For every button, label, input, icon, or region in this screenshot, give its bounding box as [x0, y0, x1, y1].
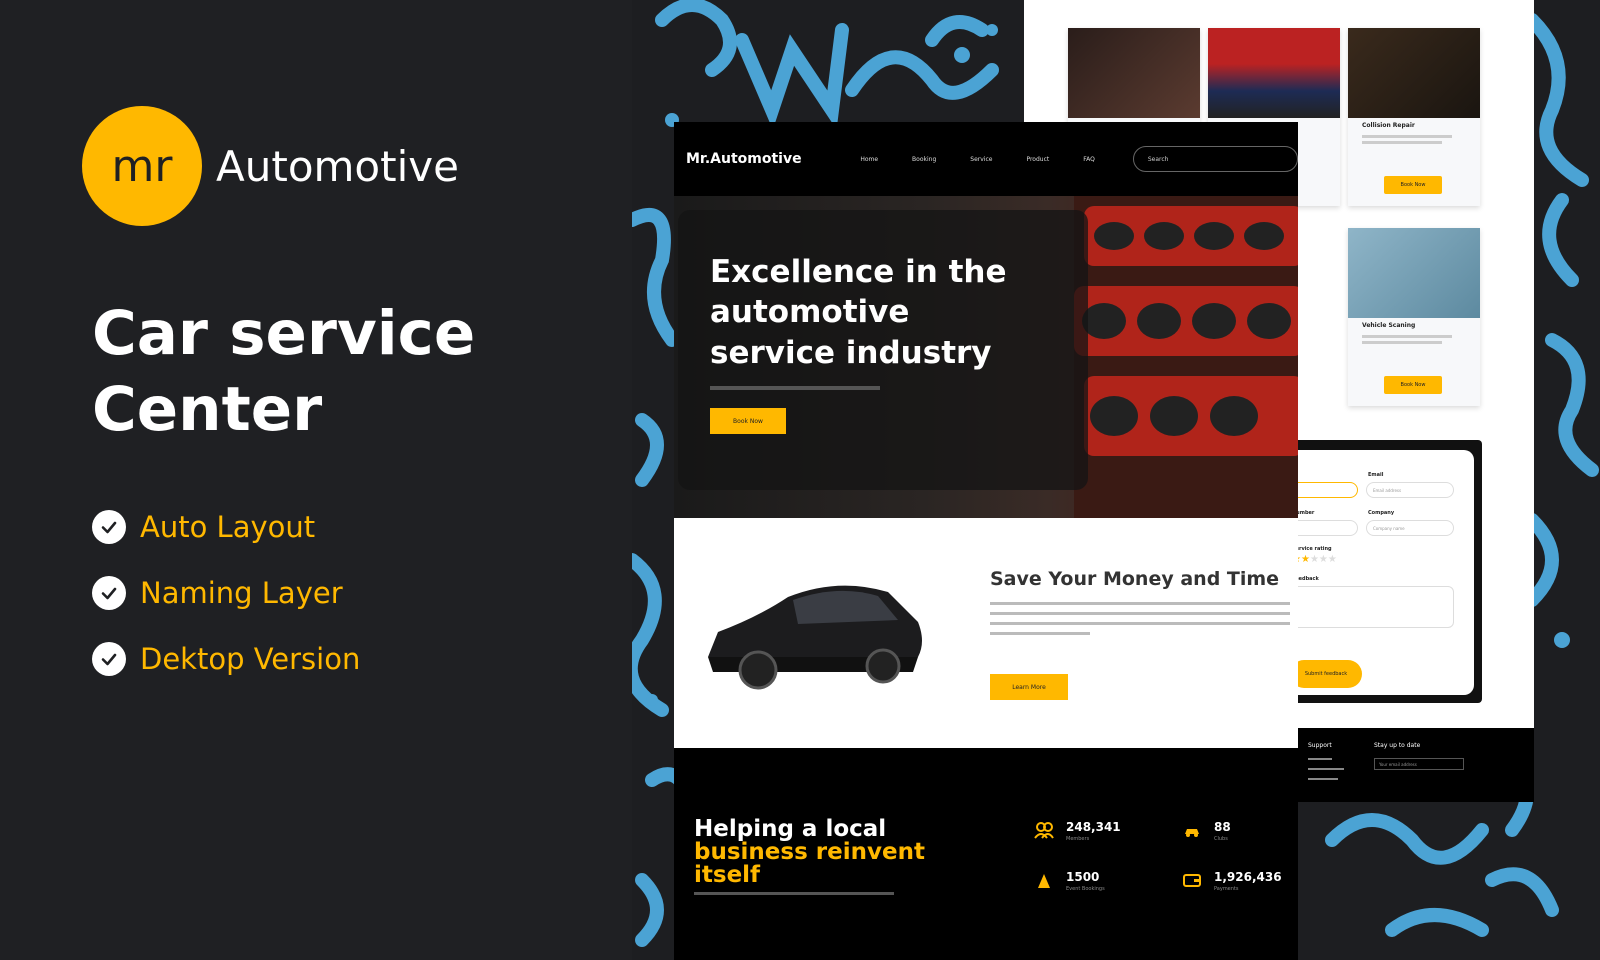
wallet-icon	[1183, 874, 1201, 887]
newsletter-input[interactable]: Your email address	[1374, 758, 1464, 770]
stat-label: Event Bookings	[1066, 886, 1105, 892]
feedback-textarea[interactable]	[1290, 586, 1454, 628]
save-desc	[990, 612, 1290, 615]
nav-item-faq[interactable]: FAQ	[1083, 156, 1095, 163]
stat-members: 248,341 Members	[1034, 820, 1121, 842]
footer-preview: Support Stay up to date Your email addre…	[1290, 728, 1534, 802]
landing-page-mockup: Mr.Automotive Home Booking Service Produ…	[674, 122, 1298, 960]
feature-label: Auto Layout	[140, 510, 316, 544]
feature-item: Auto Layout	[92, 494, 360, 560]
book-now-button[interactable]: Book Now	[1384, 376, 1442, 394]
stats-title: Helping a local business reinvent itself	[694, 818, 934, 887]
service-desc	[1362, 335, 1452, 338]
service-image	[1208, 28, 1340, 118]
nav-logo[interactable]: Mr.Automotive	[686, 151, 860, 167]
feature-label: Dektop Version	[140, 642, 361, 676]
book-now-button[interactable]: Book Now	[710, 408, 786, 434]
stat-number: 1,926,436	[1214, 870, 1282, 884]
users-icon	[1034, 822, 1054, 839]
company-label: Company	[1368, 510, 1395, 516]
nav-item-product[interactable]: Product	[1026, 156, 1049, 163]
name-field[interactable]	[1290, 482, 1358, 498]
feature-list: Auto Layout Naming Layer Dektop Version	[92, 494, 360, 692]
nav-item-booking[interactable]: Booking	[912, 156, 936, 163]
stats-section: Helping a local business reinvent itself…	[674, 748, 1298, 960]
service-title: Collision Repair	[1362, 122, 1415, 129]
feedback-form: Email Email address Number Company Compa…	[1290, 440, 1482, 703]
check-icon	[92, 576, 126, 610]
stat-payments: 1,926,436 Payments	[1182, 870, 1282, 892]
logo-badge: mr	[82, 106, 202, 226]
hero-subtitle	[710, 386, 880, 390]
nav-item-service[interactable]: Service	[970, 156, 992, 163]
company-field[interactable]: Company name	[1366, 520, 1454, 536]
feedback-form-body: Email Email address Number Company Compa…	[1290, 450, 1474, 695]
footer-link[interactable]	[1308, 778, 1338, 780]
brand-name: Automotive	[216, 141, 459, 191]
service-image	[1068, 28, 1200, 118]
stat-number: 88	[1214, 820, 1231, 834]
save-desc	[990, 622, 1290, 625]
hero-title: Excellence in the automotive service ind…	[710, 254, 1007, 371]
car-image	[708, 585, 922, 690]
service-desc	[1362, 341, 1442, 344]
stat-number: 248,341	[1066, 820, 1121, 834]
search-input[interactable]: Search	[1132, 146, 1298, 172]
stat-label: Clubs	[1214, 836, 1228, 842]
brand-logo: mr Automotive	[82, 106, 459, 226]
navbar: Mr.Automotive Home Booking Service Produ…	[674, 122, 1298, 196]
support-title: Support	[1308, 742, 1332, 749]
stats-title-line: business reinvent	[694, 839, 925, 865]
newsletter-title: Stay up to date	[1374, 742, 1421, 749]
stats-title-line: Helping a local	[694, 816, 887, 842]
stat-number: 1500	[1066, 870, 1100, 884]
service-image	[1348, 228, 1480, 318]
stats-subtitle	[694, 892, 894, 895]
feature-item: Dektop Version	[92, 626, 360, 692]
footer-link[interactable]	[1308, 768, 1344, 770]
stat-label: Payments	[1214, 886, 1239, 892]
service-desc	[1362, 141, 1442, 144]
service-card: Vehicle Scaning Book Now	[1348, 228, 1480, 406]
save-desc	[990, 602, 1290, 605]
page-title: Car service Center	[92, 298, 476, 446]
service-title: Vehicle Scaning	[1362, 322, 1416, 329]
logo-initials: mr	[111, 140, 173, 192]
service-card: Collision Repair Book Now	[1348, 28, 1480, 206]
branding-panel: mr Automotive Car service Center Auto La…	[0, 0, 632, 960]
service-desc	[1362, 135, 1452, 138]
feature-item: Naming Layer	[92, 560, 360, 626]
feature-label: Naming Layer	[140, 576, 343, 610]
car-icon	[1185, 829, 1199, 837]
nav-item-home[interactable]: Home	[860, 156, 878, 163]
email-field[interactable]: Email address	[1366, 482, 1454, 498]
stat-events: 1500 Event Bookings	[1034, 870, 1105, 892]
book-now-button[interactable]: Book Now	[1384, 176, 1442, 194]
footer-link[interactable]	[1308, 758, 1332, 760]
save-title: Save Your Money and Time	[990, 568, 1280, 590]
save-desc	[990, 632, 1090, 635]
hero-section: Excellence in the automotive service ind…	[674, 196, 1298, 518]
socket-set-image	[1074, 196, 1298, 518]
stat-clubs: 88 Clubs	[1182, 820, 1231, 842]
stat-label: Members	[1066, 836, 1090, 842]
star-rating[interactable]: ★★★★★	[1292, 554, 1337, 565]
save-section: Save Your Money and Time Learn More	[674, 518, 1298, 748]
number-field[interactable]	[1290, 520, 1358, 536]
check-icon	[92, 510, 126, 544]
learn-more-button[interactable]: Learn More	[990, 674, 1068, 700]
stats-title-line: itself	[694, 862, 761, 888]
trophy-icon	[1038, 874, 1050, 888]
submit-feedback-button[interactable]: Submit feedback	[1290, 660, 1362, 688]
email-label: Email	[1368, 472, 1384, 478]
service-image	[1348, 28, 1480, 118]
check-icon	[92, 642, 126, 676]
